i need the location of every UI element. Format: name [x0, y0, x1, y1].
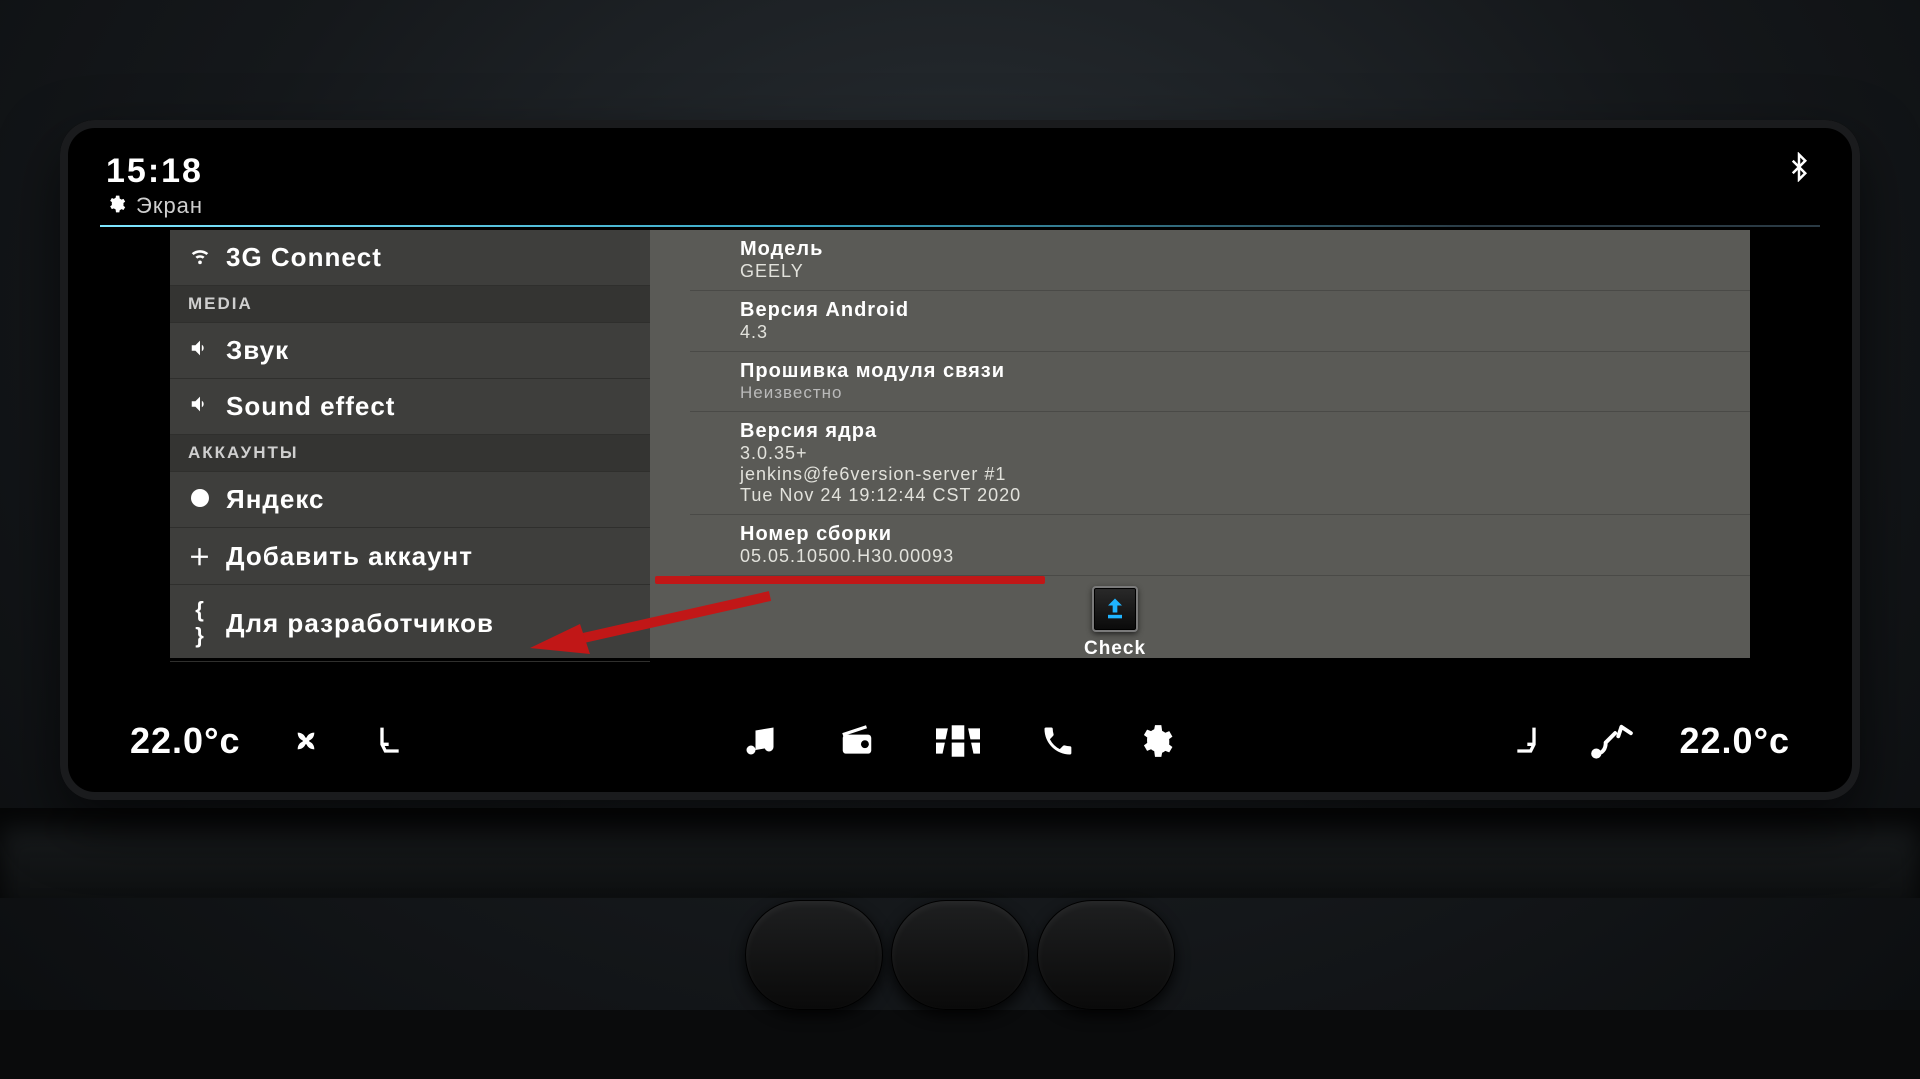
bottom-dock: 22.0°c [100, 708, 1820, 774]
phone-icon[interactable] [1040, 723, 1076, 759]
dashboard-lower [0, 1010, 1920, 1079]
info-value: 3.0.35+ [740, 443, 1730, 464]
sidebar-item-3g-connect[interactable]: 3G Connect [170, 230, 650, 286]
music-icon[interactable] [742, 723, 778, 759]
info-label: Прошивка модуля связи [740, 360, 1730, 383]
check-update-label: Check Update [1050, 638, 1180, 658]
info-value: Неизвестно [740, 383, 1730, 403]
info-android-version[interactable]: Версия Android 4.3 [690, 291, 1750, 352]
temp-left[interactable]: 22.0°c [130, 720, 240, 762]
annotation-arrow [520, 586, 780, 656]
sidebar-item-label: 3G Connect [226, 242, 382, 273]
info-baseband[interactable]: Прошивка модуля связи Неизвестно [690, 352, 1750, 412]
status-bar: 15:18 [100, 148, 1820, 193]
sidebar-item-yandex[interactable]: Яндекс [170, 472, 650, 528]
braces-icon: { } [188, 597, 212, 649]
gear-icon [106, 194, 126, 218]
clock: 15:18 [106, 152, 203, 191]
info-build-number[interactable]: Номер сборки 05.05.10500.H30.00093 [690, 515, 1750, 576]
annotation-underline [655, 576, 1045, 584]
upload-icon [1092, 586, 1138, 632]
speaker-icon [188, 393, 212, 421]
breadcrumb[interactable]: Экран [100, 193, 1820, 225]
speaker-icon [188, 337, 212, 365]
temp-right[interactable]: 22.0°c [1680, 720, 1790, 762]
wifi-icon [188, 244, 212, 272]
sidebar-item-add-account[interactable]: ＋ Добавить аккаунт [170, 528, 650, 585]
check-update-button[interactable]: Check Update [1050, 586, 1180, 658]
head-unit-frame: 15:18 Экран 3G Connect MEDIA [60, 120, 1860, 800]
info-label: Номер сборки [740, 523, 1730, 546]
info-model[interactable]: Модель GEELY [690, 230, 1750, 291]
info-label: Модель [740, 238, 1730, 261]
bluetooth-icon[interactable] [1784, 152, 1814, 190]
apps-icon[interactable] [936, 723, 980, 759]
info-value: 4.3 [740, 322, 1730, 343]
radio-icon[interactable] [838, 722, 876, 760]
breadcrumb-label: Экран [136, 193, 203, 219]
info-label: Версия Android [740, 299, 1730, 322]
sidebar-item-label: Добавить аккаунт [226, 541, 473, 572]
airflow-icon[interactable] [1590, 721, 1634, 761]
info-value: Tue Nov 24 19:12:44 CST 2020 [740, 485, 1730, 506]
sidebar-header-accounts: АККАУНТЫ [170, 435, 650, 472]
info-value: GEELY [740, 261, 1730, 282]
plus-icon: ＋ [188, 540, 212, 572]
info-value: 05.05.10500.H30.00093 [740, 546, 1730, 567]
account-icon [188, 487, 212, 513]
seat-right-icon[interactable] [1504, 721, 1544, 761]
sidebar-item-label: Для разработчиков [226, 608, 494, 639]
fan-icon[interactable] [286, 721, 326, 761]
sidebar-item-sound-effect[interactable]: Sound effect [170, 379, 650, 435]
info-label: Версия ядра [740, 420, 1730, 443]
sidebar-item-label: Sound effect [226, 391, 395, 422]
dock-left-cluster: 22.0°c [130, 720, 412, 762]
settings-icon[interactable] [1136, 722, 1174, 760]
seat-left-icon[interactable] [372, 721, 412, 761]
physical-buttons [745, 900, 1175, 1010]
header-divider [100, 225, 1820, 227]
info-kernel[interactable]: Версия ядра 3.0.35+ jenkins@fe6version-s… [690, 412, 1750, 515]
sidebar-item-sound[interactable]: Звук [170, 323, 650, 379]
about-panel: Модель GEELY Версия Android 4.3 Прошивка… [650, 230, 1750, 658]
sidebar-item-label: Яндекс [226, 484, 325, 515]
sidebar-item-label: Звук [226, 335, 289, 366]
dock-center-cluster [742, 722, 1174, 760]
dock-right-cluster: 22.0°c [1504, 720, 1790, 762]
info-value: jenkins@fe6version-server #1 [740, 464, 1730, 485]
dashboard-shelf [0, 808, 1920, 898]
sidebar-header-media: MEDIA [170, 286, 650, 323]
main-content: 3G Connect MEDIA Звук Sound effect АККАУ… [100, 230, 1820, 658]
